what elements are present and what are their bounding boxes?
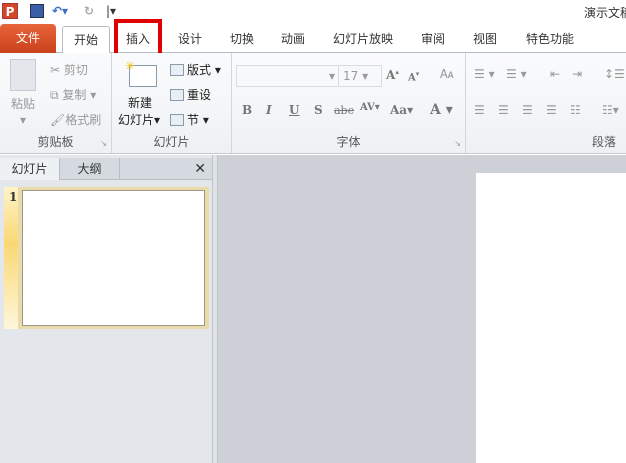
layout-icon (170, 64, 184, 76)
justify-icon[interactable]: ☰ (546, 103, 557, 117)
font-group: ▾ 17 ▾ A▴ A▾ 🗛 B I U S abe AV▾ Aa▾ A ▾ 字… (232, 53, 466, 153)
paste-icon (10, 59, 36, 91)
character-spacing-label: AV (360, 102, 375, 113)
new-slide-dropdown[interactable]: 幻灯片▾ (118, 111, 160, 128)
numbering-icon[interactable]: ☰ ▾ (506, 67, 527, 81)
paragraph-group: ☰ ▾ ☰ ▾ ⇤ ⇥ ↕☰ ☰ ☰ ☰ ☰ ☷ ☷▾ 段落 (466, 53, 626, 153)
clear-formatting-icon[interactable]: 🗛 (440, 67, 454, 82)
ribbon: 粘贴 ▾ ✂ 剪切 ⧉ 复制 ▾ 🖌格式刷 剪贴板 ↘ ✳ 新建 幻灯片▾ 版式… (0, 53, 626, 154)
slide-canvas[interactable] (476, 173, 626, 463)
columns-icon[interactable]: ☷▾ (602, 103, 619, 117)
new-slide-button[interactable]: 新建 (128, 94, 152, 111)
bold-button[interactable]: B (242, 103, 252, 117)
layout-label: 版式 (187, 63, 212, 77)
tab-file[interactable]: 文件 (0, 24, 56, 53)
reset-label: 重设 (187, 88, 212, 102)
tab-transitions[interactable]: 切换 (220, 28, 264, 53)
line-spacing-icon[interactable]: ↕☰ (604, 67, 625, 81)
tab-special-features[interactable]: 特色功能 (518, 28, 582, 53)
window-title: 演示文稿 (584, 6, 626, 20)
tab-slides-pane[interactable]: 幻灯片 (0, 158, 60, 180)
font-group-label: 字体 (336, 135, 361, 149)
decrease-indent-icon[interactable]: ⇤ (550, 67, 560, 81)
character-spacing-button[interactable]: AV▾ (360, 102, 380, 113)
save-icon[interactable] (30, 4, 44, 18)
shadow-button[interactable]: S (314, 103, 323, 117)
strikethrough-button[interactable]: abe (334, 104, 354, 117)
grow-font-icon[interactable]: A▴ (386, 67, 399, 82)
close-pane-button[interactable]: ✕ (120, 158, 212, 180)
align-right-icon[interactable]: ☰ (522, 103, 533, 117)
sparkle-icon: ✳ (125, 59, 136, 73)
section-label: 节 (187, 113, 200, 127)
align-left-icon[interactable]: ☰ (474, 103, 485, 117)
reset-button[interactable]: 重设 (170, 86, 211, 103)
slide-thumbnail-frame[interactable] (18, 187, 209, 329)
layout-button[interactable]: 版式 ▾ (170, 61, 221, 78)
cut-button[interactable]: ✂ 剪切 (50, 61, 88, 78)
underline-button[interactable]: U (289, 103, 299, 117)
tab-outline-pane[interactable]: 大纲 (60, 158, 120, 180)
copy-label: 复制 (62, 88, 87, 102)
font-color-button[interactable]: A ▾ (430, 102, 453, 118)
dialog-launcher-icon[interactable]: ↘ (100, 139, 107, 148)
font-name-select[interactable]: ▾ (236, 65, 340, 87)
bullets-icon[interactable]: ☰ ▾ (474, 67, 495, 81)
font-dialog-launcher-icon[interactable]: ↘ (454, 139, 461, 148)
slides-group-label: 幻灯片 (153, 135, 190, 149)
slides-pane: 幻灯片 大纲 ✕ 1 (0, 155, 212, 463)
format-painter-button[interactable]: 🖌格式刷 (50, 111, 101, 128)
customize-toolbar-icon[interactable]: |▾ (106, 3, 116, 19)
tab-view[interactable]: 视图 (464, 28, 506, 53)
reset-icon (170, 89, 184, 101)
shrink-font-icon[interactable]: A▾ (408, 69, 419, 83)
section-icon (170, 114, 184, 126)
italic-button[interactable]: I (266, 103, 272, 117)
format-painter-label: 格式刷 (65, 113, 102, 127)
title-bar: P ↶▾ ↻ |▾ 演示文稿 (0, 0, 626, 22)
clipboard-group: 粘贴 ▾ ✂ 剪切 ⧉ 复制 ▾ 🖌格式刷 剪贴板 ↘ (0, 53, 112, 153)
distribute-icon[interactable]: ☷ (570, 103, 581, 117)
tab-review[interactable]: 审阅 (412, 28, 454, 53)
section-button[interactable]: 节 ▾ (170, 111, 209, 128)
slide-number: 1 (9, 190, 18, 204)
tab-home[interactable]: 开始 (62, 26, 110, 54)
ribbon-tabs: 文件 开始 插入 设计 切换 动画 幻灯片放映 审阅 视图 特色功能 (0, 22, 626, 54)
increase-indent-icon[interactable]: ⇥ (572, 67, 582, 81)
copy-icon: ⧉ (50, 88, 63, 102)
powerpoint-app-icon[interactable]: P (2, 3, 18, 19)
font-size-value: 17 (343, 69, 359, 83)
font-size-select[interactable]: 17 ▾ (338, 65, 382, 87)
new-slide-label: 幻灯片 (118, 113, 155, 127)
undo-icon[interactable]: ↶▾ (52, 3, 68, 19)
slide-thumbnail[interactable] (22, 190, 205, 326)
scissors-icon: ✂ (50, 63, 64, 77)
paste-button[interactable]: 粘贴 (11, 95, 35, 112)
cut-label: 剪切 (63, 63, 88, 77)
tab-slideshow[interactable]: 幻灯片放映 (326, 28, 400, 53)
paragraph-group-label: 段落 (591, 135, 616, 149)
tab-design[interactable]: 设计 (168, 28, 212, 53)
paste-dropdown-icon[interactable]: ▾ (20, 113, 26, 127)
font-color-label: A (430, 102, 441, 118)
change-case-label: Aa (390, 103, 408, 117)
change-case-button[interactable]: Aa▾ (390, 103, 413, 117)
slides-group: ✳ 新建 幻灯片▾ 版式 ▾ 重设 节 ▾ 幻灯片 (112, 53, 232, 153)
copy-button[interactable]: ⧉ 复制 ▾ (50, 86, 96, 103)
brush-icon: 🖌 (50, 113, 66, 127)
selection-bar (4, 187, 18, 329)
align-center-icon[interactable]: ☰ (498, 103, 509, 117)
redo-icon[interactable]: ↻ (84, 3, 94, 19)
clipboard-group-label: 剪贴板 (37, 135, 74, 149)
tab-animations[interactable]: 动画 (270, 28, 316, 53)
